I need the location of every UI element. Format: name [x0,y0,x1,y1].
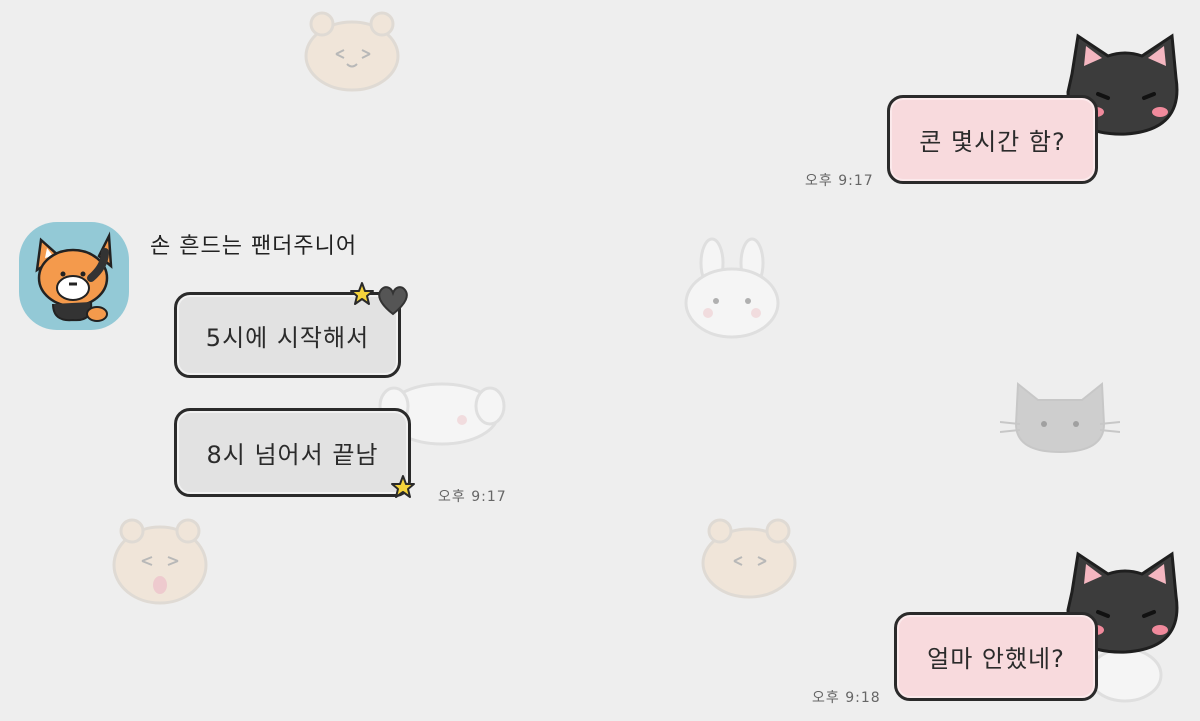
gray-cat-icon [1000,381,1120,454]
bunny-icon [684,237,780,339]
star-icon [350,282,374,305]
message-time: 오후 9:18 [812,690,881,706]
message-time: 오후 9:17 [805,173,874,189]
message-text: 콘 몇시간 함? [919,128,1066,156]
message-text: 얼마 안했네? [927,645,1065,673]
message-text: 5시에 시작해서 [205,323,370,352]
message-time: 오후 9:17 [438,489,507,505]
heart-icon [378,286,408,316]
red-panda-avatar-icon [35,231,113,322]
star-icon [391,475,415,498]
avatar[interactable] [19,222,129,330]
sender-name: 손 흔드는 팬더주니어 [150,234,358,259]
hamster-icon [701,518,797,599]
message-bubble[interactable]: 콘 몇시간 함? [887,95,1098,184]
hamster-icon [304,11,400,92]
message-bubble[interactable]: 8시 넘어서 끝남 [174,408,411,497]
hamster-icon [112,518,208,605]
message-text: 8시 넘어서 끝남 [206,441,379,469]
message-bubble[interactable]: 얼마 안했네? [894,612,1098,701]
